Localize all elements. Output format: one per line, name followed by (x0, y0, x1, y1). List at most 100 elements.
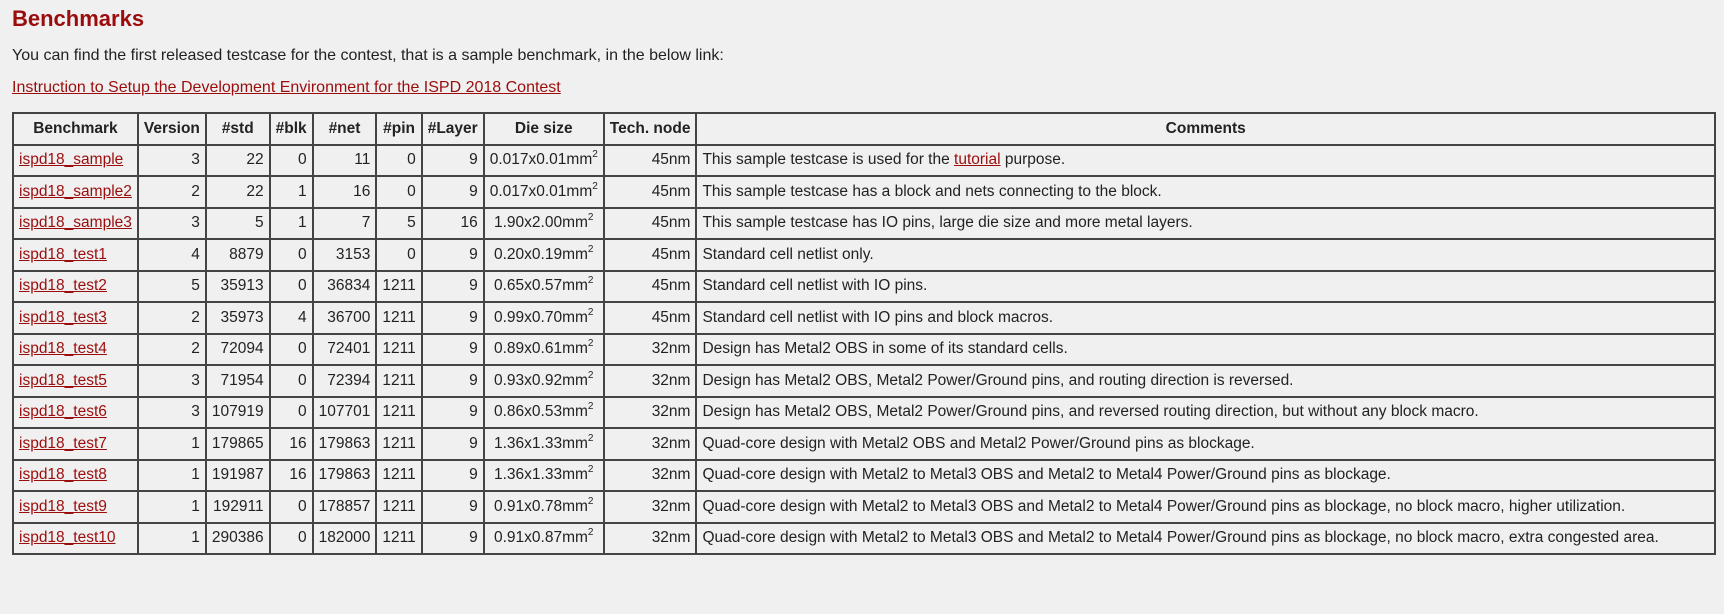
cell-blk: 16 (268, 458, 314, 492)
cell-version: 1 (136, 458, 207, 492)
die-size-value: 0.65x0.57mm (494, 277, 588, 295)
cell-pin: 0 (375, 175, 423, 209)
die-size-unit-exponent: 2 (587, 432, 594, 444)
benchmark-link[interactable]: ispd18_test1 (19, 246, 107, 263)
cell-die-size: 0.017x0.01mm2 (482, 143, 605, 177)
cell-net: 36700 (311, 301, 378, 335)
benchmark-link[interactable]: ispd18_sample2 (19, 183, 132, 200)
table-row: ispd18_sample 3 22 0 11 0 9 0.017x0.01mm2 45nm Th… (12, 143, 1716, 177)
die-size-unit-exponent: 2 (587, 464, 594, 476)
cell-benchmark: ispd18_test5 (12, 364, 139, 398)
cell-comment: Quad-core design with Metal2 to Metal3 O… (695, 458, 1716, 492)
cell-comment: This sample testcase has a block and net… (695, 175, 1716, 209)
cell-blk: 0 (268, 143, 314, 177)
col-header-benchmark: Benchmark (12, 112, 139, 146)
benchmark-link[interactable]: ispd18_test6 (19, 403, 107, 420)
col-header-std: #std (204, 112, 271, 146)
cell-tech-node: 32nm (602, 521, 698, 555)
cell-version: 4 (136, 238, 207, 272)
die-size-value: 0.89x0.61mm (494, 340, 588, 358)
cell-std: 71954 (204, 364, 271, 398)
die-size-unit-exponent: 2 (587, 527, 594, 539)
die-size-unit-exponent: 2 (587, 401, 594, 413)
col-header-layer: #Layer (420, 112, 485, 146)
benchmark-link[interactable]: ispd18_test8 (19, 466, 107, 483)
die-size-unit-exponent: 2 (592, 180, 598, 192)
die-size-unit-exponent: 2 (592, 149, 598, 161)
cell-pin: 1211 (375, 395, 423, 429)
table-row: ispd18_test10 1 290386 0 182000 1211 9 0.91x0.8… (12, 521, 1716, 555)
benchmark-link[interactable]: ispd18_sample3 (19, 214, 132, 231)
benchmark-link[interactable]: ispd18_test5 (19, 372, 107, 389)
cell-version: 1 (136, 427, 207, 461)
cell-layer: 9 (420, 143, 485, 177)
intro-text: You can find the first released testcase… (12, 47, 724, 64)
cell-comment: Quad-core design with Metal2 OBS and Met… (695, 427, 1716, 461)
comment-text-pre: This sample testcase is used for the (702, 151, 955, 169)
cell-benchmark: ispd18_test3 (12, 301, 139, 335)
cell-pin: 1211 (375, 269, 423, 303)
table-row: ispd18_test1 4 8879 0 3153 0 9 0.20x0.19mm2 45nm… (12, 238, 1716, 272)
cell-pin: 1211 (375, 364, 423, 398)
col-header-comments: Comments (695, 112, 1716, 146)
cell-std: 107919 (204, 395, 271, 429)
cell-die-size: 1.36x1.33mm2 (482, 458, 605, 492)
cell-tech-node: 32nm (602, 332, 698, 366)
cell-version: 3 (136, 206, 207, 240)
cell-die-size: 0.91x0.87mm2 (482, 521, 605, 555)
cell-pin: 1211 (375, 521, 423, 555)
cell-layer: 9 (420, 395, 485, 429)
benchmark-link[interactable]: ispd18_test2 (19, 277, 107, 294)
cell-net: 178857 (311, 490, 378, 524)
cell-die-size: 0.89x0.61mm2 (482, 332, 605, 366)
cell-std: 191987 (204, 458, 271, 492)
benchmark-link[interactable]: ispd18_test10 (19, 529, 116, 546)
table-row: ispd18_test6 3 107919 0 107701 1211 9 0.86x0.53… (12, 395, 1716, 429)
cell-layer: 9 (420, 238, 485, 272)
cell-benchmark: ispd18_test7 (12, 427, 139, 461)
benchmark-link[interactable]: ispd18_test3 (19, 309, 107, 326)
cell-comment: Standard cell netlist with IO pins and b… (695, 301, 1716, 335)
cell-benchmark: ispd18_sample3 (12, 206, 139, 240)
cell-die-size: 0.93x0.92mm2 (482, 364, 605, 398)
cell-benchmark: ispd18_test2 (12, 269, 139, 303)
setup-instructions-link[interactable]: Instruction to Setup the Development Env… (12, 79, 561, 96)
table-row: ispd18_test7 1 179865 16 179863 1211 9 1.36x1.3… (12, 427, 1716, 461)
benchmark-table-body: ispd18_sample 3 22 0 11 0 9 0.017x0.01mm2 45nm Th… (12, 143, 1716, 555)
cell-comment: Standard cell netlist with IO pins. (695, 269, 1716, 303)
cell-net: 36834 (311, 269, 378, 303)
page-content: Benchmarks You can find the first releas… (0, 0, 1724, 555)
col-header-version: Version (136, 112, 207, 146)
cell-std: 35973 (204, 301, 271, 335)
cell-net: 72401 (311, 332, 378, 366)
col-header-net: #net (311, 112, 378, 146)
benchmark-link[interactable]: ispd18_test4 (19, 340, 107, 357)
tutorial-link[interactable]: tutorial (954, 151, 1001, 168)
cell-layer: 9 (420, 175, 485, 209)
die-size-value: 0.91x0.78mm (494, 497, 588, 515)
cell-pin: 5 (375, 206, 423, 240)
cell-std: 5 (204, 206, 271, 240)
cell-tech-node: 45nm (602, 301, 698, 335)
cell-comment: Design has Metal2 OBS, Metal2 Power/Grou… (695, 395, 1716, 429)
cell-version: 3 (136, 143, 207, 177)
cell-die-size: 0.20x0.19mm2 (482, 238, 605, 272)
die-size-unit-exponent: 2 (587, 338, 594, 350)
cell-layer: 9 (420, 427, 485, 461)
cell-blk: 0 (268, 521, 314, 555)
benchmark-link[interactable]: ispd18_sample (19, 151, 123, 168)
cell-blk: 0 (268, 269, 314, 303)
cell-version: 3 (136, 364, 207, 398)
table-header-row: Benchmark Version #std #blk #net #pin #L… (12, 112, 1716, 146)
cell-net: 72394 (311, 364, 378, 398)
cell-die-size: 0.86x0.53mm2 (482, 395, 605, 429)
die-size-value: 0.20x0.19mm (494, 245, 588, 263)
benchmark-link[interactable]: ispd18_test7 (19, 435, 107, 452)
cell-net: 16 (311, 175, 378, 209)
cell-comment: Design has Metal2 OBS, Metal2 Power/Grou… (695, 364, 1716, 398)
benchmark-link[interactable]: ispd18_test9 (19, 498, 107, 515)
cell-pin: 1211 (375, 427, 423, 461)
cell-die-size: 1.90x2.00mm2 (482, 206, 605, 240)
cell-comment: Quad-core design with Metal2 to Metal3 O… (695, 490, 1716, 524)
cell-comment: This sample testcase is used for the tut… (695, 143, 1716, 177)
